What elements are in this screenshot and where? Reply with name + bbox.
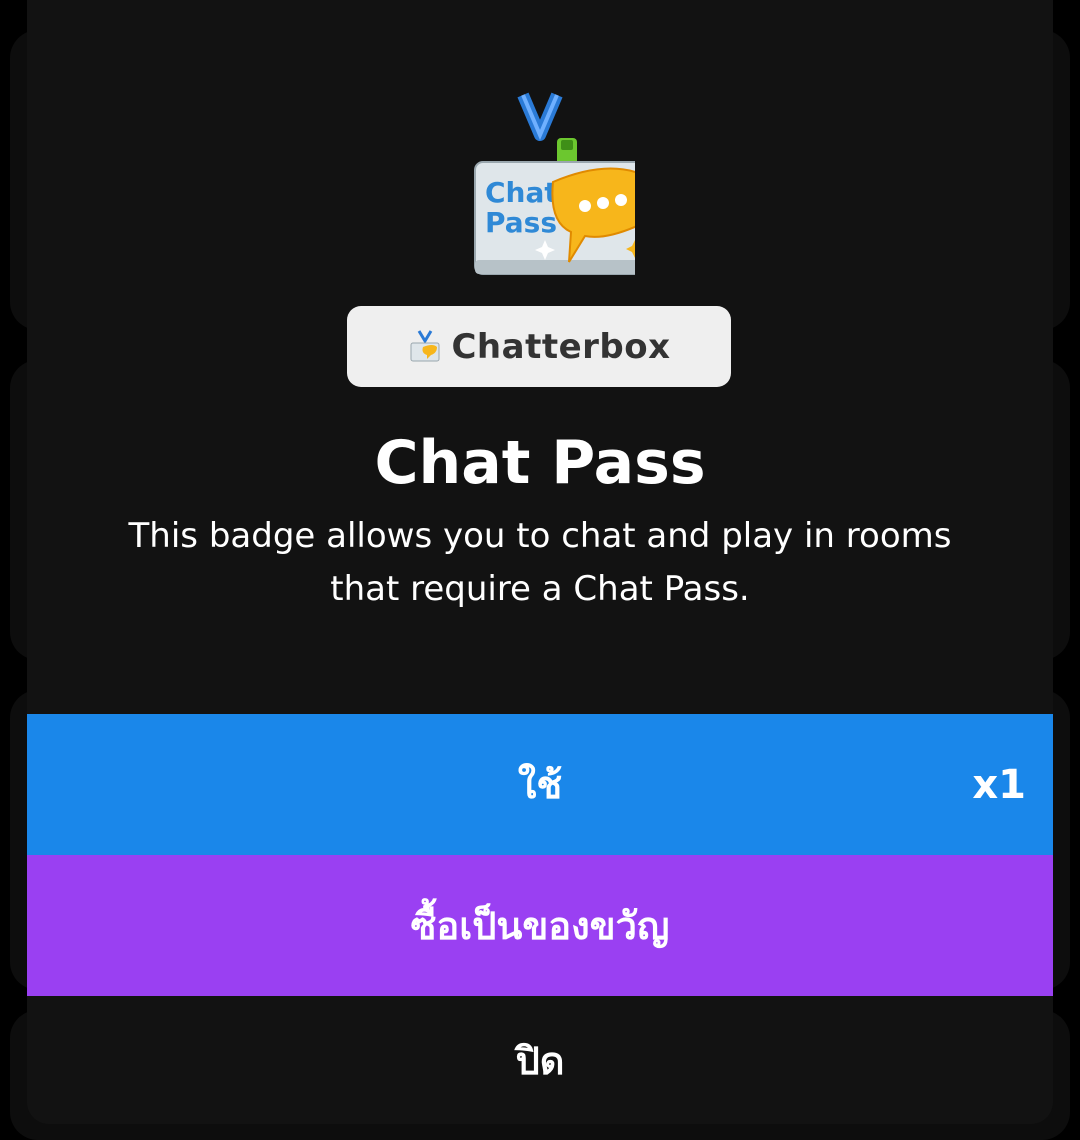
use-quantity-badge: x1 — [972, 761, 1026, 808]
close-button-label: ปิด — [515, 1038, 565, 1083]
badge-description: This badge allows you to chat and play i… — [128, 516, 952, 609]
use-button[interactable]: ใช้ x1 — [27, 714, 1053, 855]
buy-as-gift-button[interactable]: ซื้อเป็นของขวัญ — [27, 855, 1053, 996]
svg-text:Chat: Chat — [485, 176, 558, 209]
chat-pass-badge-icon: Chat Pass — [474, 92, 635, 275]
chat-pass-mini-icon — [410, 329, 440, 361]
badge-title: Chat Pass — [374, 428, 706, 498]
close-button[interactable]: ปิด — [27, 996, 1053, 1124]
badge-detail-modal: Chat Pass Chatterbox Chat Pass This badg… — [27, 0, 1053, 1124]
badge-category-tag: Chatterbox — [347, 306, 731, 387]
svg-text:Pass: Pass — [485, 206, 557, 239]
badge-category-label: Chatterbox — [451, 326, 671, 367]
buy-as-gift-label: ซื้อเป็นของขวัญ — [410, 904, 670, 948]
use-button-label: ใช้ — [517, 763, 563, 807]
